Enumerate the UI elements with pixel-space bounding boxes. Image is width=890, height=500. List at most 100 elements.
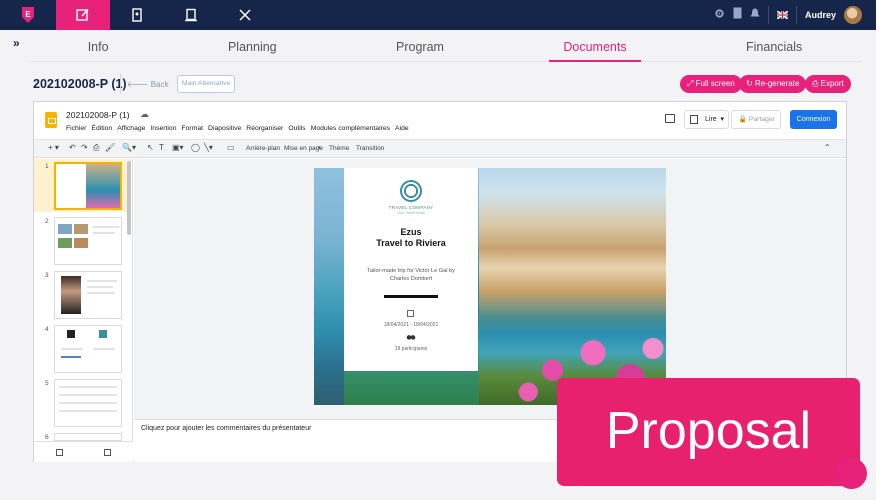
present-dropdown-icon[interactable]: ▾ [720,111,724,128]
back-link[interactable]: 🡐 Back [127,79,168,89]
slide-number: 3 [45,272,49,279]
tab-program[interactable]: Program [382,36,458,61]
cloud-status-icon: ☁ [140,109,149,119]
slide-title-line2: Travel to Riviera [376,238,446,248]
section-tabs: Info Planning Program Documents Financia… [28,36,862,62]
comment-add-icon[interactable]: ▭ [227,143,235,152]
menu-format[interactable]: Format [182,125,204,132]
menu-reorganiser[interactable]: Réorganiser [246,125,283,132]
tab-planning[interactable]: Planning [214,36,291,61]
app-logo[interactable]: E [0,0,56,30]
export-button[interactable]: ⎙ Export [805,75,851,93]
tab-financials[interactable]: Financials [732,36,816,61]
shape-icon[interactable]: ◯ [191,143,200,152]
menu-edition[interactable]: Édition [91,125,112,132]
present-icon [690,115,698,124]
slide-subtitle: Tailor-made trip for Victor Le Gal by Ch… [367,268,455,282]
fullscreen-label: Full screen [695,79,735,88]
filmstrip-scrollbar[interactable] [127,161,131,235]
slide-thumbnail[interactable] [54,162,122,210]
redo-icon[interactable]: ↷ [81,143,88,152]
title-divider [120,74,121,94]
line-icon[interactable]: ╲▾ [204,143,213,152]
fullscreen-button[interactable]: ⤢ Full screen [680,75,742,93]
zoom-icon[interactable]: 🔍▾ [122,143,136,152]
fullscreen-icon: ⤢ [687,79,696,88]
background-button[interactable]: Arrière-plan [246,145,280,152]
laptop-icon[interactable] [164,0,218,30]
document-icon[interactable] [733,6,742,24]
menu-modules[interactable]: Modules complémentaires [311,125,390,132]
collapse-toolbar-icon[interactable]: ⌃ [824,143,831,152]
share-button[interactable]: 🔒 Partager [731,110,781,129]
participants-icon [406,335,416,341]
layout-dropdown-icon[interactable]: ▾ [318,145,321,151]
slide-thumbnail[interactable] [54,379,122,427]
present-button[interactable]: Lire ▾ [684,110,729,129]
menu-diapositive[interactable]: Diapositive [208,125,241,132]
menu-affichage[interactable]: Affichage [117,125,145,132]
slides-header: 202102008-P (1) ☁ Fichier Édition Affich… [34,102,846,138]
theme-button[interactable]: Thème [329,145,349,152]
menu-insertion[interactable]: Insertion [150,125,176,132]
slide-thumbnail[interactable] [54,217,122,265]
contacts-icon[interactable] [110,0,164,30]
document-code: 202102008-P (1) [33,77,127,91]
bell-icon[interactable] [750,6,760,24]
image-icon[interactable]: ▣▾ [172,143,184,152]
slide-number: 2 [45,218,49,225]
regenerate-button[interactable]: ↻ Re-generate [739,75,807,93]
menu-fichier[interactable]: Fichier [66,125,86,132]
slide-number: 6 [45,434,49,441]
transition-button[interactable]: Transition [356,145,384,152]
travel-company-logo-icon [400,180,422,202]
help-chat-button[interactable] [836,458,867,489]
edit-tab-icon[interactable] [56,0,110,30]
top-nav-bar: E Audrey [0,0,876,30]
share-label: Partager [748,116,775,123]
user-name[interactable]: Audrey [805,10,836,20]
company-name: TRAVEL COMPANY [388,205,434,210]
tools-icon[interactable] [218,0,272,30]
refresh-icon: ↻ [746,79,755,88]
menu-aide[interactable]: Aide [395,125,409,132]
present-label: Lire [705,116,717,123]
proposal-badge: Proposal [557,378,860,486]
svg-text:E: E [25,10,31,19]
google-slides-logo-icon [45,112,57,128]
slide-thumbnail[interactable] [54,433,122,441]
export-label: Export [820,79,844,88]
textbox-icon[interactable]: T [159,143,164,152]
sign-in-button[interactable]: Connexion [790,110,837,129]
list-view-icon[interactable] [56,449,63,456]
slides-doc-title[interactable]: 202102008-P (1) [66,110,130,120]
page-scrollbar[interactable] [876,0,890,500]
tab-info[interactable]: Info [74,36,123,61]
select-icon[interactable]: ↖ [147,143,154,152]
undo-icon[interactable]: ↶ [69,143,76,152]
export-icon: ⎙ [812,79,821,88]
menu-outils[interactable]: Outils [288,125,305,132]
settings-icon[interactable] [714,6,725,24]
slide-thumbnail[interactable] [54,325,122,373]
print-icon[interactable]: ⎙ [93,143,99,153]
tab-documents[interactable]: Documents [549,36,641,62]
back-label: Back [150,80,169,89]
main-alternative-button[interactable]: Main Alternative [177,75,235,93]
grid-view-icon[interactable] [104,449,111,456]
uk-flag-icon[interactable] [776,6,789,24]
user-avatar[interactable] [844,6,862,24]
left-gutter [0,30,28,500]
slides-toolbar: + ▾ ↶ ↷ ⎙ 🖌 🔍▾ ↖ T ▣▾ ◯ ╲▾ ▭ Arrière-pla… [34,139,846,158]
filmstrip-footer [34,441,133,462]
new-slide-icon[interactable]: + ▾ [48,143,59,152]
slide-thumbnail[interactable] [54,271,122,319]
expand-sidebar-icon[interactable]: » [13,36,20,50]
paint-format-icon[interactable]: 🖌 [105,143,115,152]
comments-icon[interactable] [665,114,675,123]
back-arrow-icon: 🡐 [127,80,151,89]
slide-filmstrip: 1 2 3 4 5 6 [34,159,133,462]
slide-number: 1 [45,163,49,170]
regenerate-label: Re-generate [754,79,800,88]
current-slide[interactable]: TRAVEL COMPANY Your Travel Guide Ezus Tr… [314,168,666,405]
